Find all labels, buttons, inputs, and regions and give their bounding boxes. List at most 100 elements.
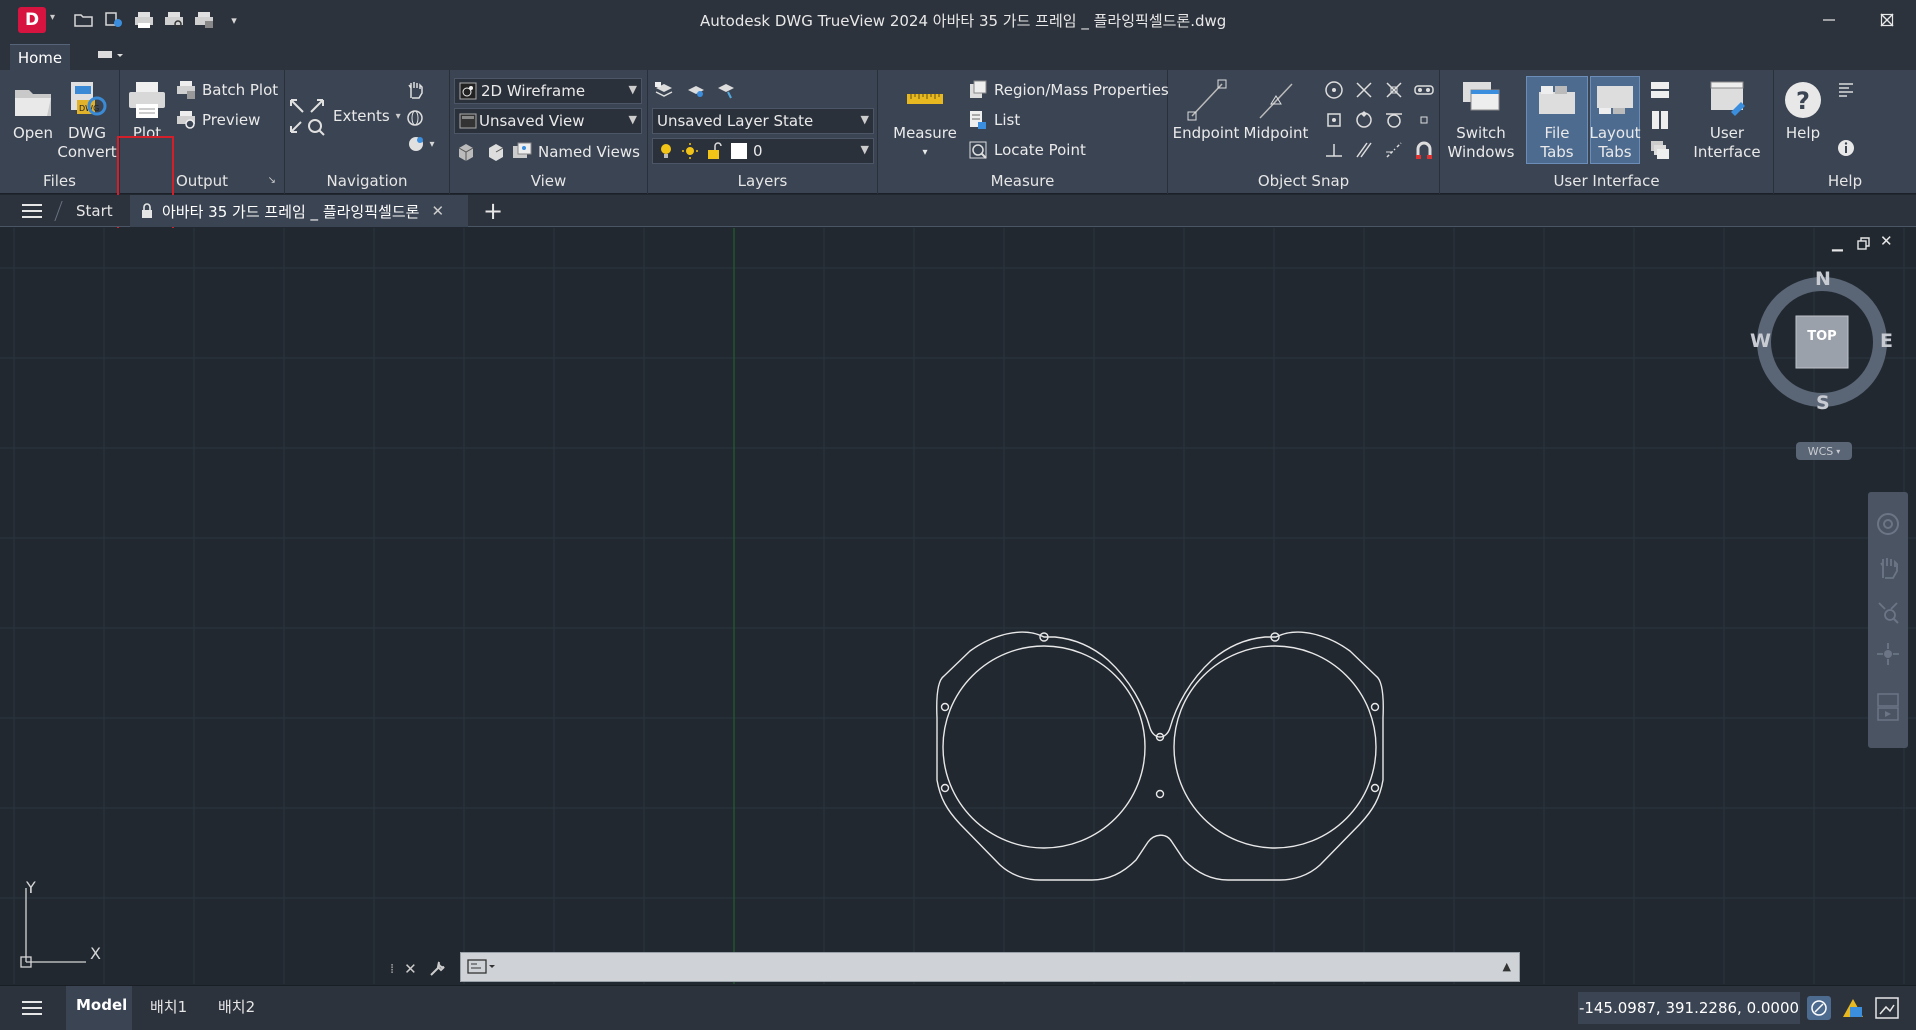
close-window-button[interactable] xyxy=(1858,0,1916,40)
zoom-extents-button[interactable]: Extents ▾ xyxy=(287,94,401,138)
named-views-button[interactable]: Named Views xyxy=(512,140,640,164)
start-tab[interactable]: Start xyxy=(76,202,113,220)
midpoint-snap-button[interactable]: Midpoint xyxy=(1242,78,1310,143)
viewcube-west[interactable]: W xyxy=(1750,330,1771,352)
fullscreen-icon[interactable] xyxy=(1874,995,1900,1021)
measure-button[interactable]: Measure ▾ xyxy=(890,78,960,162)
tangent-snap-icon[interactable] xyxy=(1382,108,1406,132)
panel-title-user-interface: User Interface xyxy=(1553,172,1660,190)
visual-style-value: 2D Wireframe xyxy=(481,82,586,100)
perpendicular-snap-icon[interactable] xyxy=(1322,138,1346,162)
layer-state-dropdown[interactable]: Unsaved Layer State ▼ xyxy=(652,108,874,134)
view-cube-icon[interactable] xyxy=(454,140,478,164)
saved-view-dropdown[interactable]: Unsaved View ▼ xyxy=(454,108,642,134)
extension-snap-icon[interactable] xyxy=(1382,138,1406,162)
grip-icon[interactable]: ⁞ xyxy=(390,962,394,977)
close-file-tab-icon[interactable]: ✕ xyxy=(431,202,444,220)
qat-open-icon[interactable] xyxy=(72,9,96,31)
layer-dropdown[interactable]: 0 ▼ xyxy=(652,138,874,164)
viewcube-south[interactable]: S xyxy=(1816,392,1830,414)
nav-zoom-icon[interactable] xyxy=(1876,600,1900,628)
app-menu-chevron-icon[interactable]: ▾ xyxy=(50,12,55,23)
viewport-minimize-icon[interactable]: ▁ xyxy=(1832,236,1843,252)
intersection-snap-icon[interactable] xyxy=(1352,78,1376,102)
viewport-close-icon[interactable]: ✕ xyxy=(1880,232,1893,250)
wrench-icon[interactable] xyxy=(427,959,447,979)
visual-style-dropdown[interactable]: 2D Wireframe ▼ xyxy=(454,78,642,104)
layout-tab-2[interactable]: 배치2 xyxy=(218,996,255,1017)
view-box-icon[interactable] xyxy=(484,140,508,164)
qat-customize-chevron-icon[interactable]: ▾ xyxy=(222,9,246,31)
viewport-restore-icon[interactable] xyxy=(1857,236,1871,255)
command-prompt-icon[interactable] xyxy=(467,959,497,979)
file-tabs-menu-icon[interactable] xyxy=(20,201,50,221)
layer-isolate-icon[interactable] xyxy=(714,78,738,102)
layout-menu-icon[interactable] xyxy=(20,998,50,1018)
user-interface-icon xyxy=(1710,81,1745,116)
switch-windows-button[interactable]: Switch Windows xyxy=(1442,78,1520,162)
user-interface-label-1: User xyxy=(1709,124,1745,142)
coordinates-display[interactable]: -145.0987, 391.2286, 0.0000 xyxy=(1578,992,1800,1024)
endpoint-snap-button[interactable]: Endpoint xyxy=(1172,78,1240,143)
insertion-snap-icon[interactable] xyxy=(1412,108,1436,132)
drawing-area[interactable]: Y X ▁ ✕ TOP N S W E WCS ▾ xyxy=(0,228,1916,984)
locate-point-button[interactable]: Locate Point xyxy=(968,138,1086,162)
pan-icon[interactable] xyxy=(403,78,427,102)
tab-home[interactable]: Home xyxy=(10,44,70,70)
command-line: ⁞ ✕ ▲ xyxy=(390,952,1530,982)
plot-button[interactable]: Plot xyxy=(120,78,174,143)
info-icon[interactable] xyxy=(1834,136,1858,160)
qat-batch-plot-icon[interactable] xyxy=(192,9,216,31)
user-interface-button[interactable]: User Interface xyxy=(1686,78,1768,162)
batch-plot-button[interactable]: Batch Plot xyxy=(176,78,278,102)
layout-tab-1[interactable]: 배치1 xyxy=(150,996,187,1017)
qat-plot-icon[interactable] xyxy=(132,9,156,31)
quick-access-toolbar: ▾ xyxy=(72,8,246,32)
layout-tab-model[interactable]: Model xyxy=(76,996,127,1014)
layer-properties-icon[interactable] xyxy=(652,78,676,102)
orbit-icon[interactable] xyxy=(403,106,427,130)
apparent-intersection-snap-icon[interactable] xyxy=(1382,78,1406,102)
annotation-scale-icon[interactable] xyxy=(1840,995,1866,1021)
snap-magnet-icon[interactable] xyxy=(1412,138,1436,162)
parallel-snap-icon[interactable] xyxy=(1352,138,1376,162)
viewcube[interactable]: TOP N S W E xyxy=(1750,268,1893,414)
tile-horizontal-icon[interactable] xyxy=(1648,78,1672,102)
help-topics-icon[interactable] xyxy=(1834,78,1858,102)
viewcube-east[interactable]: E xyxy=(1880,330,1893,352)
viewcube-top-face[interactable]: TOP xyxy=(1752,329,1892,344)
nav-orbit-icon[interactable] xyxy=(1876,642,1900,670)
nav-showmotion-icon[interactable] xyxy=(1876,692,1900,726)
command-close-icon[interactable]: ✕ xyxy=(404,960,417,978)
active-file-tab[interactable]: 아바타 35 가드 프레임 _ 플라잉픽셀드론 ✕ xyxy=(130,195,468,227)
viewcube-north[interactable]: N xyxy=(1815,268,1831,290)
tile-vertical-icon[interactable] xyxy=(1648,108,1672,132)
open-button[interactable]: Open xyxy=(8,78,58,143)
nav-pan-icon[interactable] xyxy=(1876,556,1900,584)
snap-cursor-icon[interactable] xyxy=(1806,995,1832,1021)
layer-state-icon[interactable] xyxy=(684,78,708,102)
cascade-icon[interactable] xyxy=(1648,138,1672,162)
preview-button[interactable]: Preview xyxy=(176,108,260,132)
qat-convert-icon[interactable] xyxy=(102,9,126,31)
list-button[interactable]: List xyxy=(968,108,1020,132)
wcs-menu[interactable]: WCS ▾ xyxy=(1796,442,1852,460)
snap-settings-icon[interactable] xyxy=(1412,78,1436,102)
output-dialog-launcher-icon[interactable]: ↘ xyxy=(268,175,276,186)
showmotion-icon[interactable]: ▾ xyxy=(403,132,439,156)
help-button[interactable]: ? Help xyxy=(1778,78,1828,143)
command-history-up-icon[interactable]: ▲ xyxy=(1503,960,1511,973)
center-snap-icon[interactable] xyxy=(1322,78,1346,102)
quadrant-snap-icon[interactable] xyxy=(1352,108,1376,132)
minimize-button[interactable] xyxy=(1800,0,1858,40)
command-input[interactable]: ▲ xyxy=(460,952,1520,982)
new-tab-plus-icon[interactable]: + xyxy=(483,197,503,225)
steering-wheel-icon[interactable] xyxy=(1876,512,1900,540)
ribbon-display-toggle[interactable] xyxy=(96,48,130,64)
dwg-convert-button[interactable]: DWG DWG Convert xyxy=(57,78,117,162)
measure-chevron-icon: ▾ xyxy=(922,147,928,158)
application-menu-button[interactable]: D xyxy=(18,7,46,33)
node-snap-icon[interactable] xyxy=(1322,108,1346,132)
region-mass-properties-button[interactable]: Region/Mass Properties xyxy=(968,78,1169,102)
qat-preview-icon[interactable] xyxy=(162,9,186,31)
